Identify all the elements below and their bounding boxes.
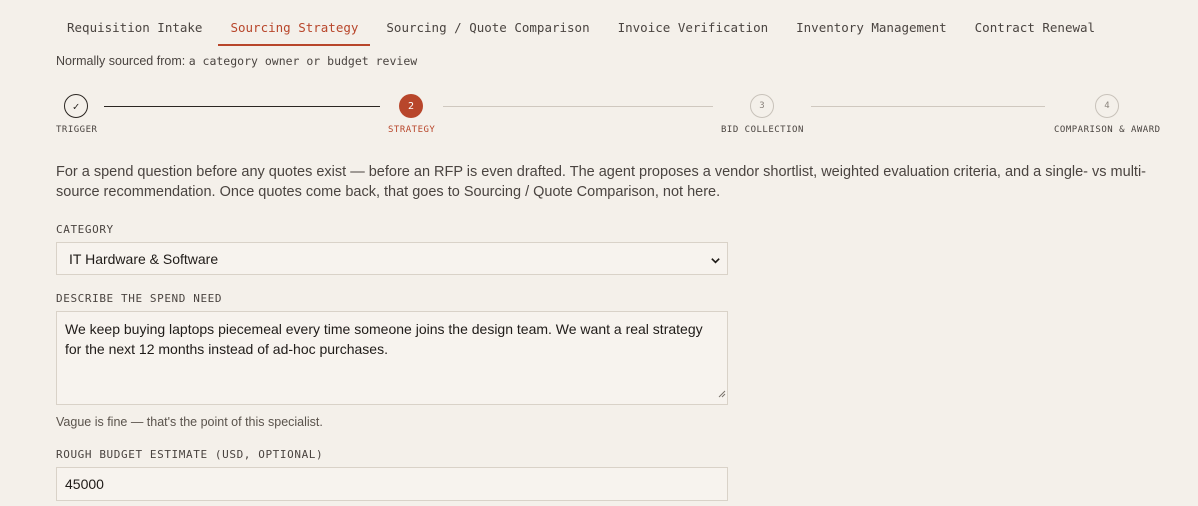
- step-strategy-marker: 2: [399, 94, 423, 118]
- step-trigger-label: TRIGGER: [56, 125, 98, 135]
- workflow-stepper: ✓ TRIGGER 2 STRATEGY 3 BID COLLECTION 4 …: [0, 93, 1198, 143]
- tab-requisition-intake[interactable]: Requisition Intake: [55, 0, 214, 46]
- step-trigger-check-icon: ✓: [64, 94, 88, 118]
- spend-need-hint: Vague is fine — that's the point of this…: [56, 415, 323, 429]
- budget-label: ROUGH BUDGET ESTIMATE (USD, OPTIONAL): [56, 448, 324, 461]
- sourced-from-value: a category owner or budget review: [188, 54, 418, 68]
- step-connector-2: [443, 106, 713, 107]
- sourced-from-line: Normally sourced from: a category owner …: [56, 54, 417, 68]
- category-label: CATEGORY: [56, 223, 114, 236]
- chevron-down-icon: [710, 253, 721, 269]
- category-selected-value: IT Hardware & Software: [69, 250, 219, 267]
- tab-sourcing-quote-comparison[interactable]: Sourcing / Quote Comparison: [374, 0, 601, 46]
- spend-need-text: We keep buying laptops piecemeal every t…: [65, 321, 703, 357]
- budget-value: 45000: [65, 476, 104, 492]
- step-bid-collection-marker: 3: [750, 94, 774, 118]
- tab-bar: Requisition Intake Sourcing Strategy Sou…: [55, 0, 1111, 46]
- intro-description: For a spend question before any quotes e…: [56, 164, 1146, 200]
- step-connector-3: [811, 106, 1045, 107]
- tab-sourcing-strategy[interactable]: Sourcing Strategy: [218, 0, 371, 46]
- tab-inventory-management[interactable]: Inventory Management: [784, 0, 959, 46]
- tab-contract-renewal[interactable]: Contract Renewal: [963, 0, 1107, 46]
- step-comparison-award-marker: 4: [1095, 94, 1119, 118]
- tab-invoice-verification[interactable]: Invoice Verification: [606, 0, 781, 46]
- budget-input[interactable]: 45000: [56, 467, 728, 501]
- spend-need-textarea[interactable]: We keep buying laptops piecemeal every t…: [56, 311, 728, 405]
- category-select[interactable]: IT Hardware & Software: [56, 242, 728, 275]
- spend-need-label: DESCRIBE THE SPEND NEED: [56, 292, 223, 305]
- step-connector-1: [104, 106, 380, 107]
- sourced-from-prefix: Normally sourced from:: [56, 54, 186, 68]
- resize-grip-icon[interactable]: [717, 383, 726, 403]
- step-comparison-award-label: COMPARISON & AWARD: [1054, 125, 1161, 135]
- step-strategy-label: STRATEGY: [388, 125, 436, 135]
- step-bid-collection-label: BID COLLECTION: [721, 125, 804, 135]
